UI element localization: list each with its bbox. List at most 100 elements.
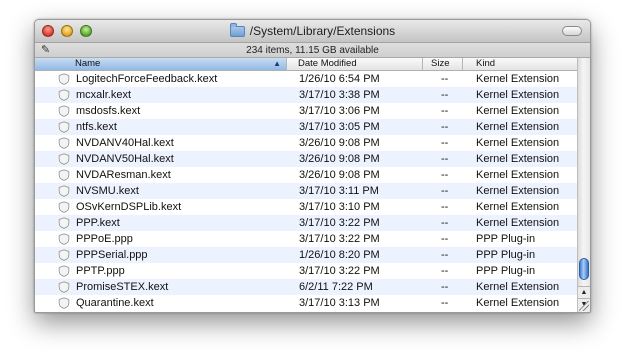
file-size: -- xyxy=(441,73,449,85)
file-date-modified: 1/26/10 6:54 PM xyxy=(299,73,380,85)
file-date-modified: 3/17/10 3:38 PM xyxy=(299,89,380,101)
toolbar-toggle-button[interactable] xyxy=(562,26,582,36)
file-date-modified: 3/17/10 3:11 PM xyxy=(299,185,379,197)
column-header-date-modified[interactable]: Date Modified xyxy=(287,58,423,70)
file-name: PromiseSTEX.kext xyxy=(76,281,169,293)
column-header-kind-label: Kind xyxy=(476,58,496,69)
file-name: PPPSerial.ppp xyxy=(76,249,148,261)
file-date-modified: 3/17/10 3:22 PM xyxy=(299,233,380,245)
file-name: NVDANV40Hal.kext xyxy=(76,137,174,149)
file-row[interactable]: msdosfs.kext 3/17/10 3:06 PM -- Kernel Exte… xyxy=(35,103,577,119)
file-date-modified: 3/26/10 9:08 PM xyxy=(299,169,380,181)
file-list: LogitechForceFeedback.kext 1/26/10 6:54 P… xyxy=(35,71,577,312)
file-name: OSvKernDSPLib.kext xyxy=(76,201,182,213)
file-size: -- xyxy=(441,89,449,101)
file-kind: Kernel Extension xyxy=(476,153,560,165)
file-kind: Kernel Extension xyxy=(476,137,560,149)
file-kind: Kernel Extension xyxy=(476,73,560,85)
file-row[interactable]: PPPSerial.ppp 1/26/10 8:20 PM -- PPP Plug-i… xyxy=(35,247,577,263)
kernel-extension-icon xyxy=(58,185,70,197)
file-name: msdosfs.kext xyxy=(76,105,141,117)
file-kind: Kernel Extension xyxy=(476,169,560,181)
finder-window: /System/Library/Extensions ✎ 234 items, … xyxy=(34,19,591,313)
vertical-scrollbar[interactable]: ▲ ▼ xyxy=(577,58,590,312)
file-name: Quarantine.kext xyxy=(76,297,154,309)
file-row[interactable]: PPPoE.ppp 3/17/10 3:22 PM -- PPP Plug-in xyxy=(35,231,577,247)
folder-icon xyxy=(229,22,245,37)
column-header-name-label: Name xyxy=(75,58,101,69)
file-date-modified: 1/26/10 8:20 PM xyxy=(299,249,380,261)
file-date-modified: 6/2/11 7:22 PM xyxy=(299,281,373,293)
column-header-size[interactable]: Size xyxy=(423,58,463,70)
scroll-thumb[interactable] xyxy=(579,258,589,280)
file-size: -- xyxy=(441,233,449,245)
file-date-modified: 3/17/10 3:13 PM xyxy=(299,297,380,309)
kernel-extension-icon xyxy=(58,297,70,309)
window-title: /System/Library/Extensions xyxy=(249,24,396,38)
file-kind: Kernel Extension xyxy=(476,217,560,229)
kernel-extension-icon xyxy=(58,169,70,181)
file-size: -- xyxy=(441,137,449,149)
sort-ascending-icon: ▲ xyxy=(273,59,281,68)
file-kind: PPP Plug-in xyxy=(476,249,536,261)
kernel-extension-icon xyxy=(58,201,70,213)
status-text: 234 items, 11.15 GB available xyxy=(246,44,379,56)
kernel-extension-icon xyxy=(58,137,70,149)
window-title-area: /System/Library/Extensions xyxy=(35,20,590,42)
kernel-extension-icon xyxy=(58,121,70,133)
column-header-name[interactable]: Name ▲ xyxy=(35,58,287,70)
file-row[interactable]: Quarantine.kext 3/17/10 3:13 PM -- Kernel E… xyxy=(35,295,577,311)
file-size: -- xyxy=(441,265,449,277)
file-name: NVDAResman.kext xyxy=(76,169,171,181)
file-size: -- xyxy=(441,153,449,165)
file-kind: Kernel Extension xyxy=(476,201,560,213)
column-header-date-label: Date Modified xyxy=(298,58,357,69)
file-row[interactable]: NVDANV40Hal.kext 3/26/10 9:08 PM -- Kernel … xyxy=(35,135,577,151)
file-kind: Kernel Extension xyxy=(476,185,560,197)
file-row[interactable]: OSvKernDSPLib.kext 3/17/10 3:10 PM -- Kerne… xyxy=(35,199,577,215)
column-header-kind[interactable]: Kind xyxy=(463,58,577,70)
file-size: -- xyxy=(441,121,449,133)
file-name: PPPoE.ppp xyxy=(76,233,133,245)
file-row[interactable]: mcxalr.kext 3/17/10 3:38 PM -- Kernel Exten… xyxy=(35,87,577,103)
file-row[interactable]: NVDAResman.kext 3/26/10 9:08 PM -- Kernel E… xyxy=(35,167,577,183)
kernel-extension-icon xyxy=(58,73,70,85)
file-name: ntfs.kext xyxy=(76,121,117,133)
kernel-extension-icon xyxy=(58,249,70,261)
file-kind: Kernel Extension xyxy=(476,105,560,117)
file-name: NVDANV50Hal.kext xyxy=(76,153,174,165)
file-size: -- xyxy=(441,297,449,309)
file-date-modified: 3/26/10 9:08 PM xyxy=(299,153,380,165)
file-kind: PPP Plug-in xyxy=(476,233,536,245)
file-kind: PPP Plug-in xyxy=(476,265,536,277)
file-name: NVSMU.kext xyxy=(76,185,139,197)
file-row[interactable]: NVSMU.kext 3/17/10 3:11 PM -- Kernel Extens… xyxy=(35,183,577,199)
file-row[interactable]: PromiseSTEX.kext 6/2/11 7:22 PM -- Kernel E… xyxy=(35,279,577,295)
file-kind: Kernel Extension xyxy=(476,281,560,293)
pushpin-icon[interactable]: ✎ xyxy=(41,44,53,56)
kernel-extension-icon xyxy=(58,89,70,101)
file-size: -- xyxy=(441,281,449,293)
file-row[interactable]: LogitechForceFeedback.kext 1/26/10 6:54 P… xyxy=(35,71,577,87)
file-date-modified: 3/17/10 3:10 PM xyxy=(299,201,380,213)
file-date-modified: 3/17/10 3:22 PM xyxy=(299,217,380,229)
file-row[interactable]: PPP.kext 3/17/10 3:22 PM -- Kernel Extensio… xyxy=(35,215,577,231)
column-header-size-label: Size xyxy=(431,58,450,69)
column-header-row: Name ▲ Date Modified Size Kind xyxy=(35,58,577,71)
file-size: -- xyxy=(441,217,449,229)
file-row[interactable]: NVDANV50Hal.kext 3/26/10 9:08 PM -- Kernel … xyxy=(35,151,577,167)
title-bar[interactable]: /System/Library/Extensions xyxy=(35,20,590,43)
file-date-modified: 3/17/10 3:06 PM xyxy=(299,105,380,117)
file-name: PPP.kext xyxy=(76,217,120,229)
status-bar: ✎ 234 items, 11.15 GB available xyxy=(35,43,590,58)
file-date-modified: 3/17/10 3:22 PM xyxy=(299,265,380,277)
kernel-extension-icon xyxy=(58,281,70,293)
file-row[interactable]: PPTP.ppp 3/17/10 3:22 PM -- PPP Plug-in xyxy=(35,263,577,279)
file-size: -- xyxy=(441,249,449,261)
kernel-extension-icon xyxy=(58,153,70,165)
file-date-modified: 3/26/10 9:08 PM xyxy=(299,137,380,149)
file-size: -- xyxy=(441,185,449,197)
file-kind: Kernel Extension xyxy=(476,89,560,101)
file-row[interactable]: ntfs.kext 3/17/10 3:05 PM -- Kernel Extensi… xyxy=(35,119,577,135)
resize-grip-icon[interactable] xyxy=(579,301,589,311)
